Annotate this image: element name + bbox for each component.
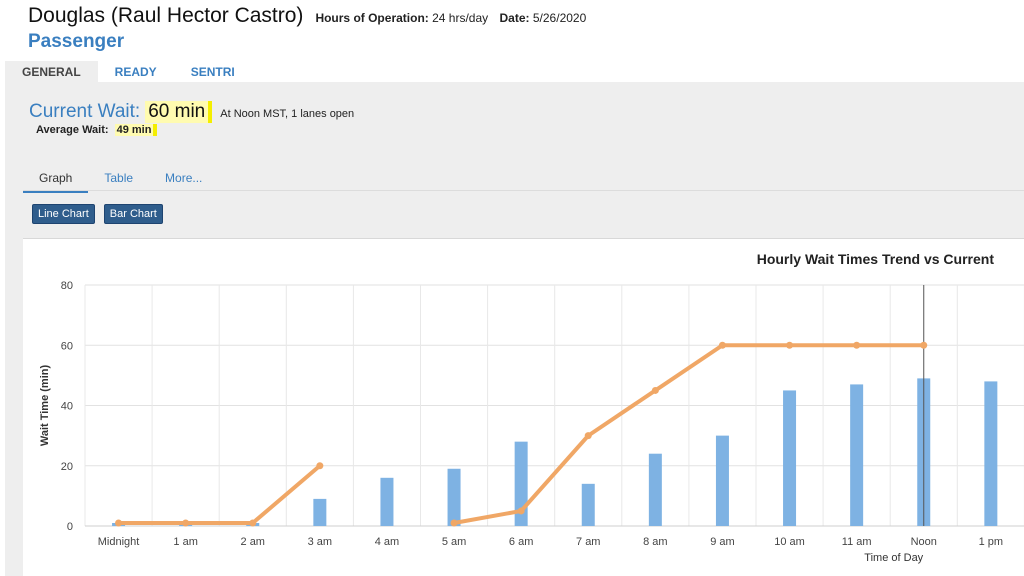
lane-type-title: Passenger [28,31,125,52]
y-tick-label: 80 [61,280,73,292]
y-tick-label: 20 [61,461,73,473]
x-tick-label: Noon [911,536,937,548]
lane-tabs: GENERAL READY SENTRI [5,61,252,82]
x-tick-label: 9 am [710,536,734,548]
y-axis-label: Wait Time (min) [39,365,51,447]
trend-point [786,341,794,349]
average-wait-label: Average Wait: [36,124,109,136]
trend-point [853,341,861,349]
y-tick-label: 0 [67,521,73,533]
bar [984,381,998,526]
trend-point [316,462,324,470]
title-row: Douglas (Raul Hector Castro) Hours of Op… [28,4,586,28]
average-wait: Average Wait: 49 min [36,124,158,136]
tab-sentri[interactable]: SENTRI [174,61,252,82]
x-tick-label: 2 am [241,536,265,548]
x-tick-label: 5 am [442,536,466,548]
bar [380,477,394,526]
x-tick-label: 10 am [774,536,805,548]
line-chart-button[interactable]: Line Chart [32,204,95,224]
bar [313,498,327,526]
x-tick-label: 8 am [643,536,667,548]
x-tick-label: 7 am [576,536,600,548]
chart-type-buttons: Line Chart Bar Chart [32,204,163,224]
date-label: Date: [499,11,530,25]
x-tick-label: Midnight [98,536,140,548]
trend-point [584,432,592,440]
tabs-divider [23,190,1024,191]
bar [850,384,864,526]
page-header: Douglas (Raul Hector Castro) Hours of Op… [28,4,586,53]
bar [447,468,461,526]
x-tick-label: 3 am [308,536,332,548]
trend-point [718,341,726,349]
hours-of-operation: Hours of Operation: 24 hrs/day Date: 5/2… [315,11,586,25]
port-name: Douglas (Raul Hector Castro) [28,4,304,27]
x-axis-label: Time of Day [864,552,923,564]
trend-point [249,519,257,527]
hours-label: Hours of Operation: [315,11,429,25]
average-wait-value: 49 min [114,124,158,136]
bar [648,453,662,526]
current-wait-value: 60 min [145,101,213,123]
current-wait-note: At Noon MST, 1 lanes open [220,108,355,120]
date-value: 5/26/2020 [532,11,587,25]
trend-point [517,507,525,515]
chart-title: Hourly Wait Times Trend vs Current [756,251,994,267]
x-tick-label: 6 am [509,536,533,548]
x-tick-label: 1 pm [979,536,1003,548]
trend-point [115,519,123,527]
x-tick-label: 4 am [375,536,399,548]
hours-value: 24 hrs/day [432,11,489,25]
current-wait-label: Current Wait: [29,101,141,122]
current-wait: Current Wait: 60 min At Noon MST, 1 lane… [29,101,354,123]
bar [581,483,595,526]
x-tick-label: 1 am [173,536,197,548]
y-tick-label: 40 [61,401,73,413]
trend-point [651,386,659,394]
tab-ready[interactable]: READY [98,61,174,82]
y-tick-label: 60 [61,340,73,352]
wait-times-chart: 0 20 40 60 80 Midnight 1 am 2 am 3 am 4 am 5 am 6 a… [39,280,1024,564]
chart-container: 0 20 40 60 80 Midnight 1 am 2 am 3 am 4 am 5 am 6 a… [23,238,1024,576]
trend-point [182,519,190,527]
trend-point [920,341,928,349]
tab-general[interactable]: GENERAL [5,61,98,82]
bar [783,390,797,526]
bar-chart-button[interactable]: Bar Chart [103,204,163,224]
trend-point [450,519,458,527]
x-tick-label: 11 am [842,536,872,548]
bar [715,435,729,526]
